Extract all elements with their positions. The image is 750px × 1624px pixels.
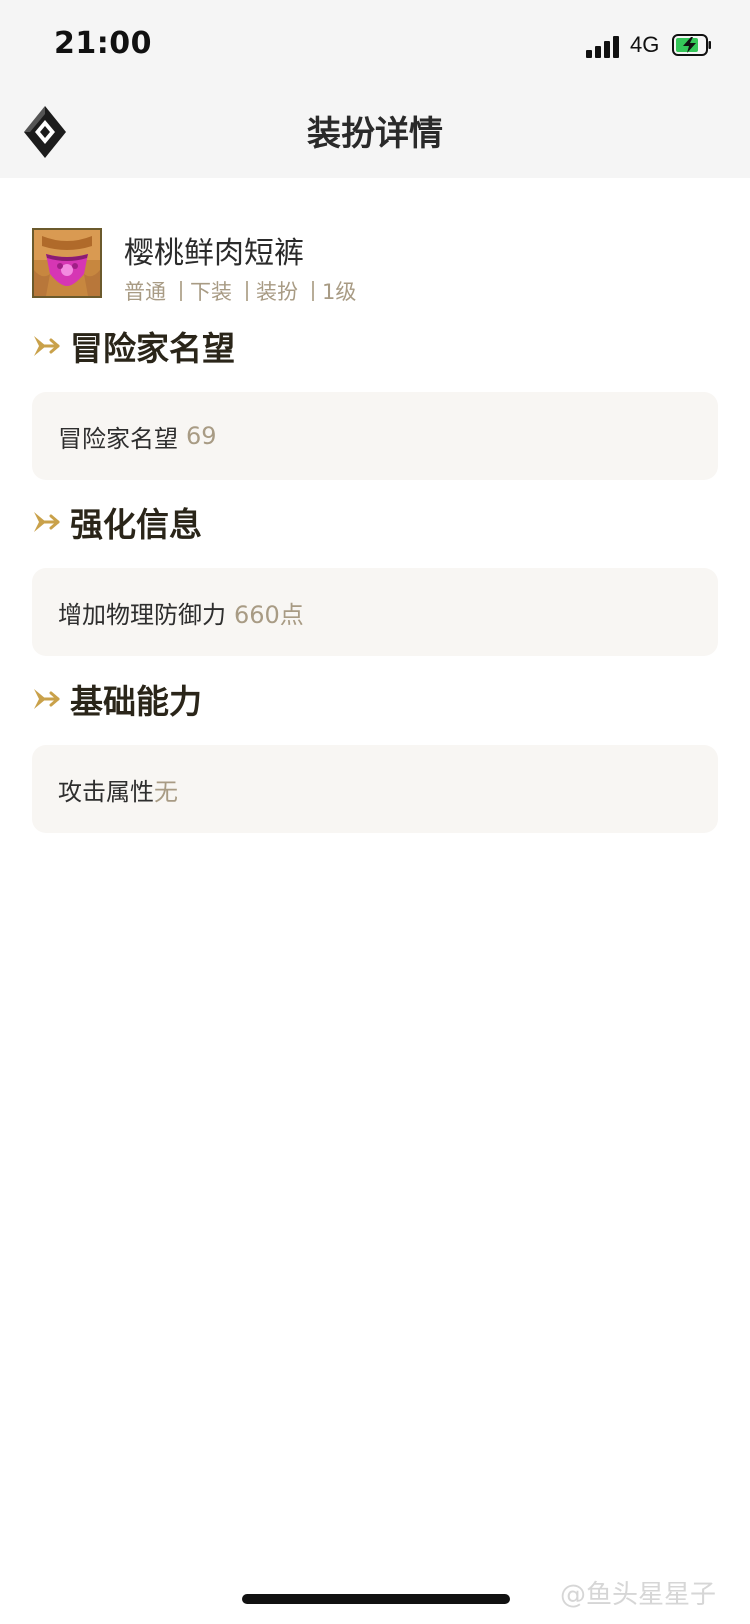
page-title: 装扮详情 [307,114,443,154]
top-bar: 21:00 4G 装扮详情 [0,0,750,178]
item-meta-level: 1级 [322,280,357,304]
arrow-right-icon [34,336,60,356]
card-label: 冒险家名望 [58,424,178,453]
item-meta-type: 装扮 [256,280,298,304]
arrow-right-icon [34,512,60,532]
item-meta: 普通 下装 装扮 1级 [124,276,356,306]
card-label: 增加物理防御力 [58,600,226,629]
card-value: 无 [154,777,178,806]
card-label: 攻击属性 [58,777,154,806]
card-value: 660点 [234,600,304,629]
item-meta-quality: 普通 [124,280,166,304]
watermark: @鱼头星星子 [560,1580,717,1610]
basic-card: 攻击属性 无 [32,745,718,833]
card-value: 69 [186,422,217,450]
item-meta-slot: 下装 [190,280,232,304]
shorts-thumbnail-icon [32,228,102,298]
section-header-basic: 基础能力 [32,675,202,723]
item-name: 樱桃鲜肉短裤 [124,236,304,271]
section-header-fame: 冒险家名望 [32,322,235,370]
meta-divider [312,281,314,301]
network-label: 4G [630,32,660,57]
home-indicator[interactable] [242,1594,510,1604]
section-title: 冒险家名望 [70,329,235,368]
signal-icon [586,36,622,58]
enhance-card: 增加物理防御力 660点 [32,568,718,656]
battery-charging-icon [672,34,711,56]
meta-divider [246,281,248,301]
status-time: 21:00 [54,26,152,61]
section-header-enhance: 强化信息 [32,498,202,546]
section-title: 强化信息 [70,505,202,544]
meta-divider [180,281,182,301]
section-title: 基础能力 [70,682,202,721]
fame-card: 冒险家名望 69 [32,392,718,480]
arrow-right-icon [34,689,60,709]
